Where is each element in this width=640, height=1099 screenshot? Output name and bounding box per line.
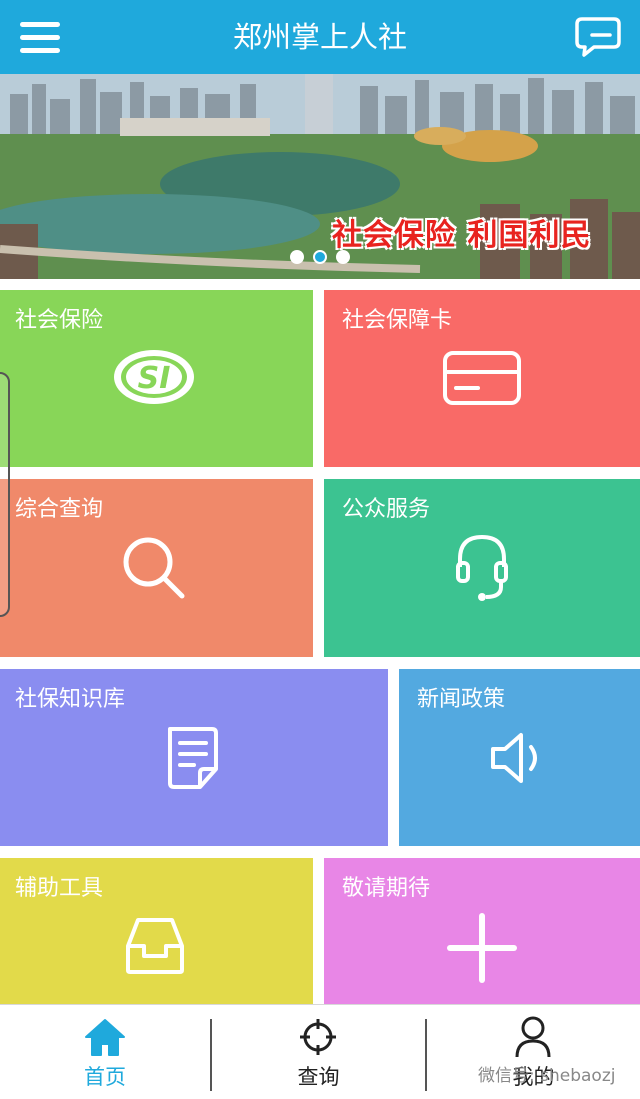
carousel-indicator — [290, 250, 350, 264]
tab-label: 首页 — [84, 1065, 126, 1089]
tile-label: 社会保险 — [15, 308, 104, 333]
tile-public-service[interactable]: 公众服务 — [324, 479, 640, 657]
tile-comprehensive-query[interactable]: 综合查询 — [0, 479, 313, 657]
wechat-watermark: 微信号: shebaozj — [478, 1066, 616, 1086]
tile-label: 敬请期待 — [342, 876, 431, 901]
headset-icon — [454, 531, 510, 609]
side-drawer-handle[interactable] — [0, 372, 10, 617]
speaker-icon — [489, 731, 549, 789]
home-icon — [83, 1017, 127, 1061]
card-icon — [442, 350, 522, 410]
carousel-dot[interactable] — [336, 250, 350, 264]
crosshair-icon — [298, 1017, 338, 1061]
si-logo-icon: SI — [112, 347, 196, 411]
tile-label: 辅助工具 — [15, 876, 104, 901]
document-icon — [164, 725, 220, 795]
tile-coming-soon[interactable]: 敬请期待 — [324, 858, 640, 1004]
carousel-dot-active[interactable] — [313, 250, 327, 264]
banner-carousel[interactable]: 社会保险 利国利民 — [0, 74, 640, 279]
tile-news-policy[interactable]: 新闻政策 — [399, 669, 640, 846]
tile-social-insurance[interactable]: 社会保险 SI — [0, 290, 313, 467]
tab-home[interactable]: 首页 — [0, 1005, 210, 1099]
svg-text:SI: SI — [138, 361, 171, 396]
inbox-icon — [124, 916, 186, 980]
tab-label: 查询 — [297, 1065, 340, 1089]
tile-label: 综合查询 — [15, 497, 104, 522]
tile-label: 公众服务 — [342, 497, 431, 522]
user-icon — [514, 1015, 552, 1063]
plus-icon — [446, 912, 518, 988]
search-icon — [120, 534, 190, 608]
carousel-dot[interactable] — [290, 250, 304, 264]
tile-label: 社会保障卡 — [342, 308, 453, 333]
app-header: 郑州掌上人社 — [0, 0, 640, 74]
tile-auxiliary-tools[interactable]: 辅助工具 — [0, 858, 313, 1004]
tile-social-security-card[interactable]: 社会保障卡 — [324, 290, 640, 467]
page-title: 郑州掌上人社 — [232, 20, 407, 54]
tile-knowledge-base[interactable]: 社保知识库 — [0, 669, 388, 846]
tab-query[interactable]: 查询 — [212, 1005, 425, 1099]
bottom-tab-bar: 首页 查询 我的 微信号: shebaozj — [0, 1004, 640, 1099]
tile-label: 社保知识库 — [15, 687, 126, 712]
banner-slogan: 社会保险 利国利民 — [332, 218, 592, 253]
message-icon[interactable] — [574, 16, 622, 58]
tile-label: 新闻政策 — [417, 687, 506, 712]
